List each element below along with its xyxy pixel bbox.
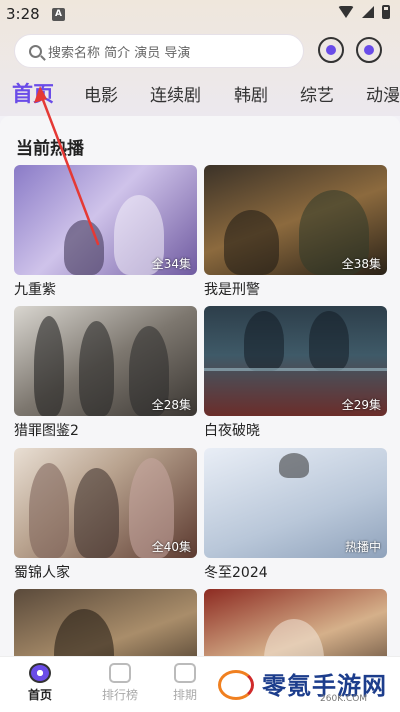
poster-image: 热播中: [204, 448, 387, 558]
search-placeholder: 搜索名称 简介 演员 导演: [48, 45, 191, 61]
nav-ranking[interactable]: 排行榜: [90, 663, 150, 703]
ranking-icon: [109, 663, 131, 683]
status-time: 3:28: [6, 5, 40, 23]
header-area: 3:28 A 搜索名称 简介 演员 导演 首页 电影 连续剧 韩剧 综艺 动漫: [0, 0, 400, 116]
watermark-logo-icon: [218, 670, 254, 700]
video-card[interactable]: [204, 589, 387, 656]
search-input[interactable]: 搜索名称 简介 演员 导演: [14, 34, 304, 68]
watermark: 零氪手游网 260K.COM: [218, 664, 400, 710]
download-button[interactable]: [318, 37, 344, 63]
video-title: 白夜破晓: [204, 423, 260, 439]
video-card[interactable]: 全34集 九重紫: [14, 165, 197, 298]
battery-icon: [382, 5, 390, 19]
wifi-icon: [338, 6, 354, 18]
video-card[interactable]: [14, 589, 197, 656]
tab-movies[interactable]: 电影: [84, 81, 118, 106]
episode-badge: 全29集: [341, 398, 381, 412]
notification-icon: A: [52, 8, 65, 21]
episode-badge: 热播中: [344, 540, 381, 554]
schedule-icon: [174, 663, 196, 683]
video-title: 我是刑警: [204, 282, 260, 298]
poster-image: [204, 589, 387, 656]
search-icon: [29, 44, 42, 58]
poster-image: 全34集: [14, 165, 197, 275]
status-bar: 3:28 A: [0, 0, 400, 28]
history-button[interactable]: [356, 37, 382, 63]
nav-schedule[interactable]: 排期: [160, 663, 210, 703]
video-card[interactable]: 全29集 白夜破晓: [204, 306, 387, 439]
signal-icon: [362, 6, 374, 18]
video-title: 冬至2024: [204, 565, 268, 581]
status-icons: [338, 5, 390, 19]
section-title: 当前热播: [16, 139, 84, 159]
download-icon: [326, 45, 336, 55]
episode-badge: 全38集: [341, 257, 381, 271]
episode-badge: 全28集: [151, 398, 191, 412]
poster-image: [14, 589, 197, 656]
tab-series[interactable]: 连续剧: [150, 81, 201, 106]
poster-image: 全38集: [204, 165, 387, 275]
category-tabs: 首页 电影 连续剧 韩剧 综艺 动漫: [0, 78, 400, 112]
poster-image: 全28集: [14, 306, 197, 416]
nav-label: 首页: [27, 688, 52, 702]
episode-badge: 全34集: [151, 257, 191, 271]
history-icon: [364, 45, 374, 55]
video-card[interactable]: 全28集 猎罪图鉴2: [14, 306, 197, 439]
video-card[interactable]: 热播中 冬至2024: [204, 448, 387, 581]
video-title: 九重紫: [14, 282, 56, 298]
video-title: 蜀锦人家: [14, 565, 70, 581]
nav-label: 排行榜: [101, 688, 138, 702]
tab-variety[interactable]: 综艺: [300, 81, 334, 106]
search-row: 搜索名称 简介 演员 导演: [14, 34, 386, 68]
episode-badge: 全40集: [151, 540, 191, 554]
poster-image: 全29集: [204, 306, 387, 416]
tab-anime[interactable]: 动漫: [366, 81, 400, 106]
video-title: 猎罪图鉴2: [14, 423, 79, 439]
nav-label: 排期: [172, 688, 197, 702]
poster-image: 全40集: [14, 448, 197, 558]
home-icon: [29, 663, 51, 683]
main-content: 当前热播 全34集 九重紫 全38集 我是刑警 全28集 猎罪图鉴2 全29集 …: [0, 116, 400, 656]
video-card[interactable]: 全38集 我是刑警: [204, 165, 387, 298]
nav-home[interactable]: 首页: [10, 663, 70, 703]
video-card[interactable]: 全40集 蜀锦人家: [14, 448, 197, 581]
watermark-subtext: 260K.COM: [320, 694, 368, 704]
tab-korean-drama[interactable]: 韩剧: [234, 81, 268, 106]
tab-home[interactable]: 首页: [12, 78, 54, 108]
